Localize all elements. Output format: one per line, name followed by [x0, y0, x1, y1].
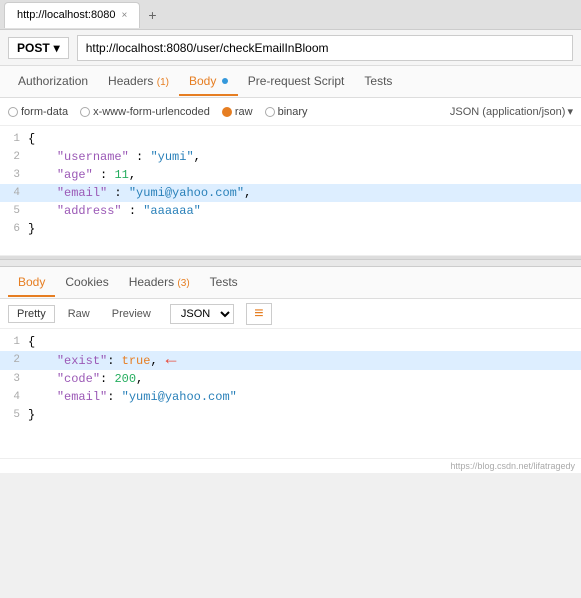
line-content: "email": "yumi@yahoo.com" — [28, 388, 581, 406]
method-label: POST — [17, 41, 50, 55]
format-row: Pretty Raw Preview JSON ≡ — [0, 299, 581, 329]
line-content: "address" : "aaaaaa" — [28, 202, 581, 220]
line-number: 5 — [0, 202, 28, 220]
panel-divider — [0, 259, 581, 267]
format-pretty-button[interactable]: Pretty — [8, 305, 55, 323]
code-line: 6} — [0, 220, 581, 238]
resp-tab-cookies[interactable]: Cookies — [55, 269, 118, 297]
url-input[interactable] — [77, 35, 573, 61]
watermark-text: https://blog.csdn.net/lifatragedy — [0, 459, 581, 473]
line-content: { — [28, 130, 581, 148]
line-number: 2 — [0, 148, 28, 166]
line-content: "exist": true,← — [28, 351, 581, 370]
response-tab-row: Body Cookies Headers (3) Tests — [0, 267, 581, 299]
dropdown-chevron-icon: ▾ — [567, 105, 573, 118]
line-content: "code": 200, — [28, 370, 581, 388]
resp-tab-body[interactable]: Body — [8, 269, 55, 297]
code-line: 2 "exist": true,← — [0, 351, 581, 370]
code-line: 4 "email": "yumi@yahoo.com" — [0, 388, 581, 406]
body-options-row: form-data x-www-form-urlencoded raw bina… — [0, 98, 581, 126]
radio-raw[interactable] — [222, 107, 232, 117]
line-content: } — [28, 220, 581, 238]
code-line: 4 "email" : "yumi@yahoo.com", — [0, 184, 581, 202]
code-line: 1{ — [0, 130, 581, 148]
browser-tab[interactable]: http://localhost:8080 × — [4, 2, 140, 28]
response-json-select[interactable]: JSON — [170, 304, 234, 324]
code-line: 5} — [0, 406, 581, 424]
address-bar: POST ▾ — [0, 30, 581, 66]
json-format-dropdown[interactable]: JSON (application/json) ▾ — [450, 105, 573, 118]
request-panel: Authorization Headers (1) Body Pre-reque… — [0, 66, 581, 259]
option-raw[interactable]: raw — [222, 106, 253, 118]
code-line: 3 "code": 200, — [0, 370, 581, 388]
wrap-button[interactable]: ≡ — [246, 303, 272, 325]
line-number: 2 — [0, 351, 28, 369]
body-dot-indicator — [222, 78, 228, 84]
method-chevron-icon: ▾ — [54, 41, 60, 55]
tab-close-button[interactable]: × — [121, 10, 127, 21]
radio-binary[interactable] — [265, 107, 275, 117]
format-raw-button[interactable]: Raw — [59, 305, 99, 323]
format-preview-button[interactable]: Preview — [103, 305, 160, 323]
option-urlencoded[interactable]: x-www-form-urlencoded — [80, 106, 210, 118]
tab-title: http://localhost:8080 — [17, 9, 115, 21]
line-number: 6 — [0, 220, 28, 238]
radio-urlencoded[interactable] — [80, 107, 90, 117]
line-content: "username" : "yumi", — [28, 148, 581, 166]
tab-headers[interactable]: Headers (1) — [98, 68, 179, 96]
line-number: 5 — [0, 406, 28, 424]
line-number: 4 — [0, 388, 28, 406]
tab-tests[interactable]: Tests — [354, 68, 402, 96]
new-tab-button[interactable]: + — [140, 3, 164, 27]
code-line: 2 "username" : "yumi", — [0, 148, 581, 166]
code-line: 5 "address" : "aaaaaa" — [0, 202, 581, 220]
code-line: 3 "age" : 11, — [0, 166, 581, 184]
option-form-data[interactable]: form-data — [8, 106, 68, 118]
line-content: "age" : 11, — [28, 166, 581, 184]
resp-tab-tests[interactable]: Tests — [200, 269, 248, 297]
wrap-icon: ≡ — [254, 305, 263, 323]
code-line: 1{ — [0, 333, 581, 351]
request-tab-row: Authorization Headers (1) Body Pre-reque… — [0, 66, 581, 98]
line-number: 1 — [0, 130, 28, 148]
tab-body[interactable]: Body — [179, 68, 238, 96]
tab-pre-request-script[interactable]: Pre-request Script — [238, 68, 355, 96]
tab-authorization[interactable]: Authorization — [8, 68, 98, 96]
request-code-editor[interactable]: 1{2 "username" : "yumi",3 "age" : 11,4 "… — [0, 126, 581, 256]
radio-form-data[interactable] — [8, 107, 18, 117]
arrow-annotation: ← — [166, 350, 177, 370]
option-binary[interactable]: binary — [265, 106, 308, 118]
line-number: 4 — [0, 184, 28, 202]
line-number: 1 — [0, 333, 28, 351]
response-code-editor: 1{2 "exist": true,←3 "code": 200,4 "emai… — [0, 329, 581, 459]
line-content: "email" : "yumi@yahoo.com", — [28, 184, 581, 202]
resp-tab-headers[interactable]: Headers (3) — [119, 269, 200, 297]
line-number: 3 — [0, 370, 28, 388]
line-number: 3 — [0, 166, 28, 184]
line-content: } — [28, 406, 581, 424]
method-button[interactable]: POST ▾ — [8, 37, 69, 59]
line-content: { — [28, 333, 581, 351]
response-panel: Body Cookies Headers (3) Tests Pretty Ra… — [0, 267, 581, 473]
browser-tab-bar: http://localhost:8080 × + — [0, 0, 581, 30]
